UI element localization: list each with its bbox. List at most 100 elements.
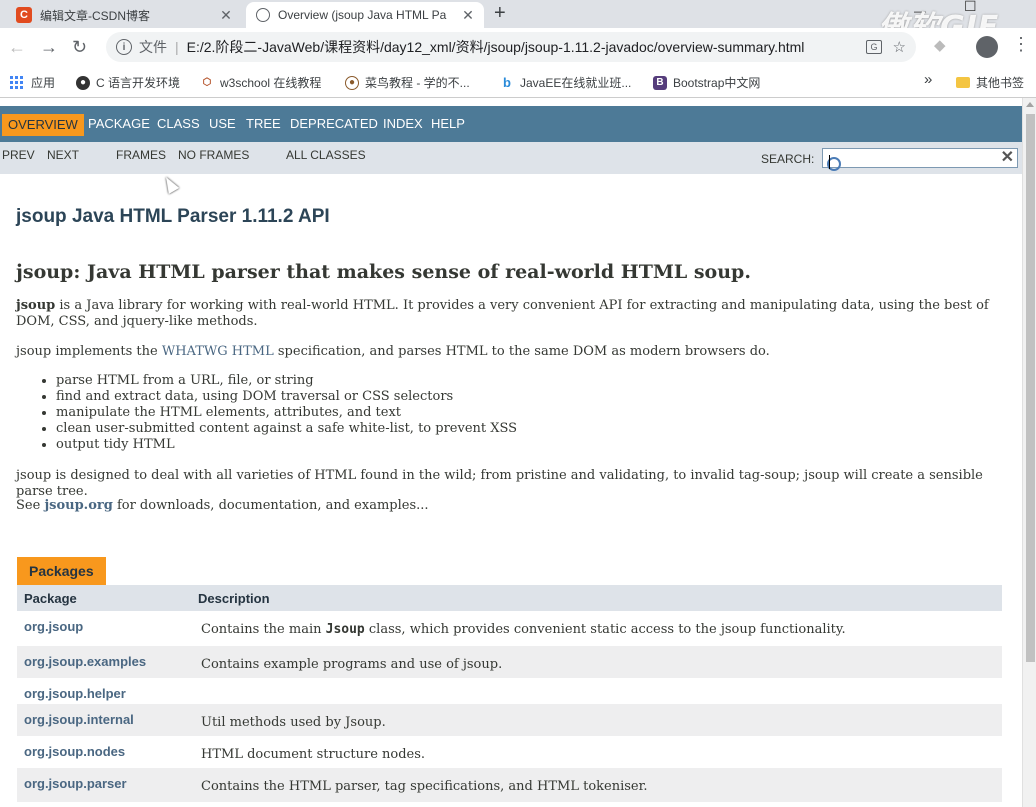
globe-icon: [256, 8, 270, 22]
scrollbar-thumb[interactable]: [1026, 114, 1035, 662]
bookmarks-bar: 应用 ● C 语言开发环境 ⬡ w3school 在线教程 ● 菜鸟教程 - 学…: [0, 66, 1036, 98]
jsoup-org-link[interactable]: jsoup.org: [44, 498, 112, 513]
address-separator: |: [175, 39, 179, 55]
search-input[interactable]: ✕: [822, 147, 1018, 171]
w3school-icon: ⬡: [202, 77, 212, 88]
tab-overview[interactable]: Overview (jsoup Java HTML Pa ✕: [246, 2, 484, 28]
nav-all-classes[interactable]: ALL CLASSES: [286, 148, 366, 162]
bookmark-label: 应用: [31, 76, 56, 90]
package-link[interactable]: org.jsoup.internal: [17, 704, 191, 736]
package-link[interactable]: org.jsoup: [17, 611, 191, 646]
nav-next[interactable]: NEXT: [47, 148, 79, 162]
nav-frames[interactable]: FRAMES: [116, 148, 166, 162]
implements-after: specification, and parses HTML to the sa…: [273, 344, 770, 359]
tab-csdn[interactable]: C 编辑文章-CSDN博客 ✕: [6, 2, 242, 28]
mouse-cursor-icon: [160, 174, 180, 194]
toolbar: ← → ↻ i 文件 | E:/2.阶段二-JavaWeb/课程资料/day12…: [0, 28, 1036, 66]
list-item: clean user-submitted content against a s…: [56, 421, 517, 437]
scroll-up-icon[interactable]: [1026, 102, 1034, 107]
address-url: E:/2.阶段二-JavaWeb/课程资料/day12_xml/资料/jsoup…: [186, 39, 805, 55]
text-caret: [829, 155, 830, 169]
page-viewport: OVERVIEW PACKAGE CLASS USE TREE DEPRECAT…: [0, 98, 1036, 807]
intro-paragraph: jsoup is a Java library for working with…: [16, 298, 996, 330]
apps-icon: [10, 76, 23, 89]
close-icon[interactable]: ✕: [458, 7, 478, 24]
desc-text: class, which provides convenient static …: [364, 622, 846, 637]
package-description: Contains the main Jsoup class, which pro…: [191, 611, 1002, 646]
new-tab-button[interactable]: +: [494, 2, 506, 25]
packages-table: Package Description org.jsoup Contains t…: [17, 585, 1002, 802]
bookmark-label: w3school 在线教程: [220, 76, 322, 90]
list-item: output tidy HTML: [56, 437, 517, 453]
nav-class[interactable]: CLASS: [157, 106, 200, 142]
translate-icon[interactable]: G: [866, 40, 882, 54]
package-description: Util methods used by Jsoup.: [191, 704, 1002, 736]
menu-icon[interactable]: ⋮: [1012, 34, 1030, 55]
bookmark-runoob[interactable]: ● 菜鸟教程 - 学的不...: [345, 74, 470, 91]
nav-use[interactable]: USE: [209, 106, 236, 142]
bookmark-javaee[interactable]: b JavaEE在线就业班...: [500, 74, 631, 91]
nav-overview[interactable]: OVERVIEW: [2, 114, 84, 136]
bookmark-apps[interactable]: 应用: [10, 74, 55, 91]
package-description: HTML document structure nodes.: [191, 736, 1002, 768]
list-item: find and extract data, using DOM travers…: [56, 389, 517, 405]
csdn-icon: C: [16, 7, 32, 23]
profile-icon[interactable]: [976, 36, 998, 58]
bookmark-label: Bootstrap中文网: [673, 76, 761, 90]
bookmark-label: 其他书签: [976, 76, 1025, 90]
close-icon[interactable]: ✕: [216, 7, 236, 24]
nav-prev[interactable]: PREV: [2, 148, 35, 162]
bookmark-label: C 语言开发环境: [96, 76, 181, 90]
overview-heading: jsoup: Java HTML parser that makes sense…: [16, 261, 751, 283]
back-icon[interactable]: ←: [8, 37, 26, 58]
feature-list: parse HTML from a URL, file, or string f…: [56, 373, 517, 453]
bookmark-label: JavaEE在线就业班...: [520, 76, 632, 90]
runoob-icon: ●: [345, 75, 359, 90]
list-item: parse HTML from a URL, file, or string: [56, 373, 517, 389]
search-label: SEARCH:: [761, 152, 815, 166]
package-link[interactable]: org.jsoup.nodes: [17, 736, 191, 768]
package-description: Contains example programs and use of jso…: [191, 646, 1002, 678]
tab-title: 编辑文章-CSDN博客: [40, 8, 150, 23]
jsoup-class-link[interactable]: Jsoup: [326, 622, 365, 637]
packages-caption: Packages: [17, 557, 106, 585]
info-icon[interactable]: i: [116, 39, 132, 55]
table-row: org.jsoup.parser Contains the HTML parse…: [17, 768, 1002, 802]
nav-help[interactable]: HELP: [431, 106, 465, 142]
nav-deprecated[interactable]: DEPRECATED: [290, 106, 378, 142]
vertical-scrollbar[interactable]: [1022, 98, 1036, 807]
forward-icon[interactable]: →: [40, 37, 58, 58]
javadoc-top-nav: OVERVIEW PACKAGE CLASS USE TREE DEPRECAT…: [0, 106, 1022, 142]
more-bookmarks-button[interactable]: »: [924, 71, 932, 88]
designed-paragraph: jsoup is designed to deal with all varie…: [16, 468, 983, 499]
star-icon[interactable]: ☆: [893, 38, 906, 56]
table-row: org.jsoup.examples Contains example prog…: [17, 646, 1002, 678]
bookmark-w3school[interactable]: ⬡ w3school 在线教程: [200, 74, 322, 91]
desc-text: Contains the main: [201, 622, 326, 637]
see-before: See: [16, 498, 45, 513]
nav-package[interactable]: PACKAGE: [88, 106, 150, 142]
column-header-description: Description: [191, 585, 1002, 611]
nav-tree[interactable]: TREE: [246, 106, 281, 142]
see-after: for downloads, documentation, and exampl…: [112, 498, 429, 513]
table-header-row: Package Description: [17, 585, 1002, 611]
bilibili-icon: b: [503, 75, 511, 90]
package-link[interactable]: org.jsoup.examples: [17, 646, 191, 678]
nav-index[interactable]: INDEX: [383, 106, 423, 142]
javadoc-sub-nav: PREV NEXT FRAMES NO FRAMES ALL CLASSES S…: [0, 142, 1022, 174]
reload-icon[interactable]: ↻: [72, 37, 87, 58]
clear-icon[interactable]: ✕: [1001, 147, 1014, 167]
see-paragraph: See jsoup.org for downloads, documentati…: [16, 498, 996, 514]
address-bar[interactable]: i 文件 | E:/2.阶段二-JavaWeb/课程资料/day12_xml/资…: [106, 32, 916, 62]
whatwg-link[interactable]: WHATWG HTML: [162, 344, 274, 359]
extension-icon[interactable]: ◆: [934, 36, 946, 54]
package-link[interactable]: org.jsoup.parser: [17, 768, 191, 802]
browser-chrome: C 编辑文章-CSDN博客 ✕ Overview (jsoup Java HTM…: [0, 0, 1036, 98]
bookmark-c-env[interactable]: ● C 语言开发环境: [76, 74, 180, 91]
nav-no-frames[interactable]: NO FRAMES: [178, 148, 249, 162]
other-bookmarks[interactable]: 其他书签: [956, 74, 1024, 91]
implements-paragraph: jsoup implements the WHATWG HTML specifi…: [16, 344, 996, 360]
bookmark-bootstrap[interactable]: B Bootstrap中文网: [653, 74, 760, 91]
package-link[interactable]: org.jsoup.helper: [17, 678, 191, 704]
github-icon: ●: [76, 75, 90, 90]
